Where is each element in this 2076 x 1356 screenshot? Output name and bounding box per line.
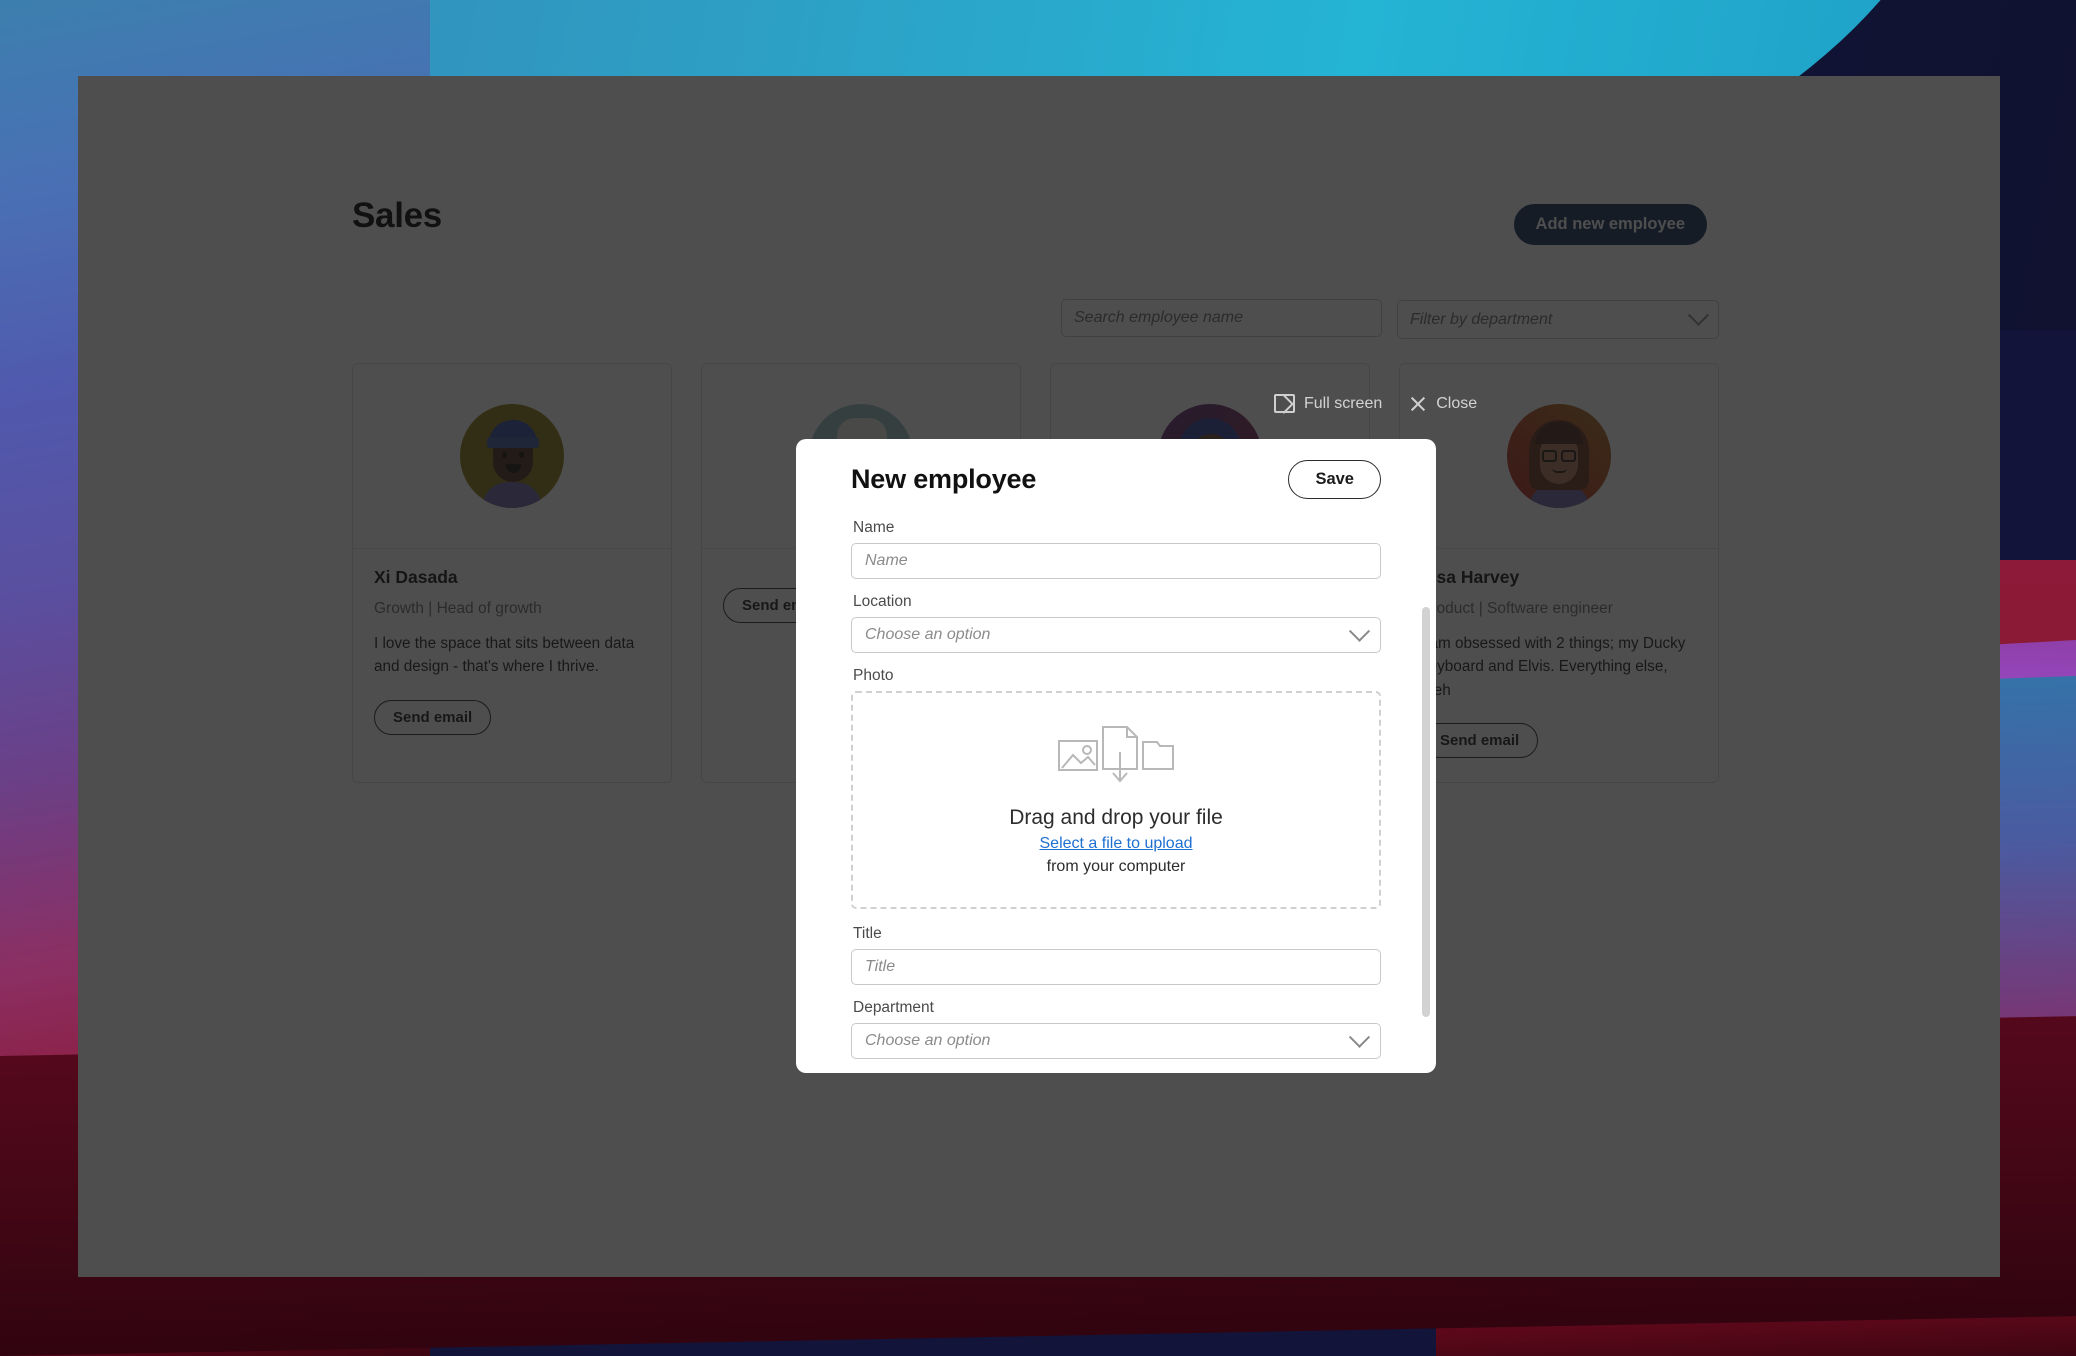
- close-label: Close: [1436, 394, 1478, 412]
- location-value: Choose an option: [865, 626, 991, 643]
- chevron-down-icon: [1348, 1026, 1371, 1048]
- modal-form-body: Name Location Choose an option Photo: [796, 519, 1436, 1073]
- department-value: Choose an option: [865, 1032, 991, 1049]
- modal-scrollbar[interactable]: [1422, 607, 1430, 1073]
- modal-title: New employee: [851, 463, 1037, 494]
- photo-label: Photo: [853, 667, 894, 684]
- fullscreen-button[interactable]: Full screen: [1274, 394, 1382, 413]
- department-label: Department: [853, 999, 934, 1016]
- title-input[interactable]: [851, 949, 1381, 985]
- department-select[interactable]: Choose an option: [851, 1023, 1381, 1059]
- modal-header: New employee Save: [796, 439, 1436, 519]
- location-label: Location: [853, 593, 912, 610]
- close-button[interactable]: Close: [1409, 395, 1477, 413]
- department-field-group: Department Choose an option: [851, 999, 1381, 1059]
- modal-window-controls: Full screen Close: [1274, 394, 1477, 413]
- title-label: Title: [853, 925, 882, 942]
- name-field-group: Name: [851, 519, 1381, 579]
- save-button[interactable]: Save: [1288, 459, 1381, 499]
- name-input[interactable]: [851, 543, 1381, 579]
- fullscreen-label: Full screen: [1304, 394, 1383, 412]
- name-label: Name: [853, 519, 895, 536]
- fullscreen-icon: [1274, 394, 1295, 413]
- close-icon: [1409, 395, 1427, 413]
- modal-scrollbar-thumb[interactable]: [1422, 607, 1430, 1017]
- photo-field-group: Photo Drag and drop your file Select a f…: [851, 667, 1381, 909]
- title-field-group: Title: [851, 925, 1381, 985]
- file-upload-icon: [1058, 726, 1174, 783]
- photo-dropzone[interactable]: Drag and drop your file Select a file to…: [851, 691, 1381, 909]
- dropzone-heading: Drag and drop your file: [1009, 806, 1223, 829]
- chevron-down-icon: [1348, 620, 1371, 642]
- select-file-link[interactable]: Select a file to upload: [1040, 835, 1193, 853]
- browser-window: Sales Add new employee Filter by departm…: [78, 76, 2000, 1277]
- location-field-group: Location Choose an option: [851, 593, 1381, 653]
- location-select[interactable]: Choose an option: [851, 617, 1381, 653]
- new-employee-modal: New employee Save Name Location Choose a…: [796, 439, 1436, 1073]
- dropzone-subtext: from your computer: [1046, 858, 1186, 875]
